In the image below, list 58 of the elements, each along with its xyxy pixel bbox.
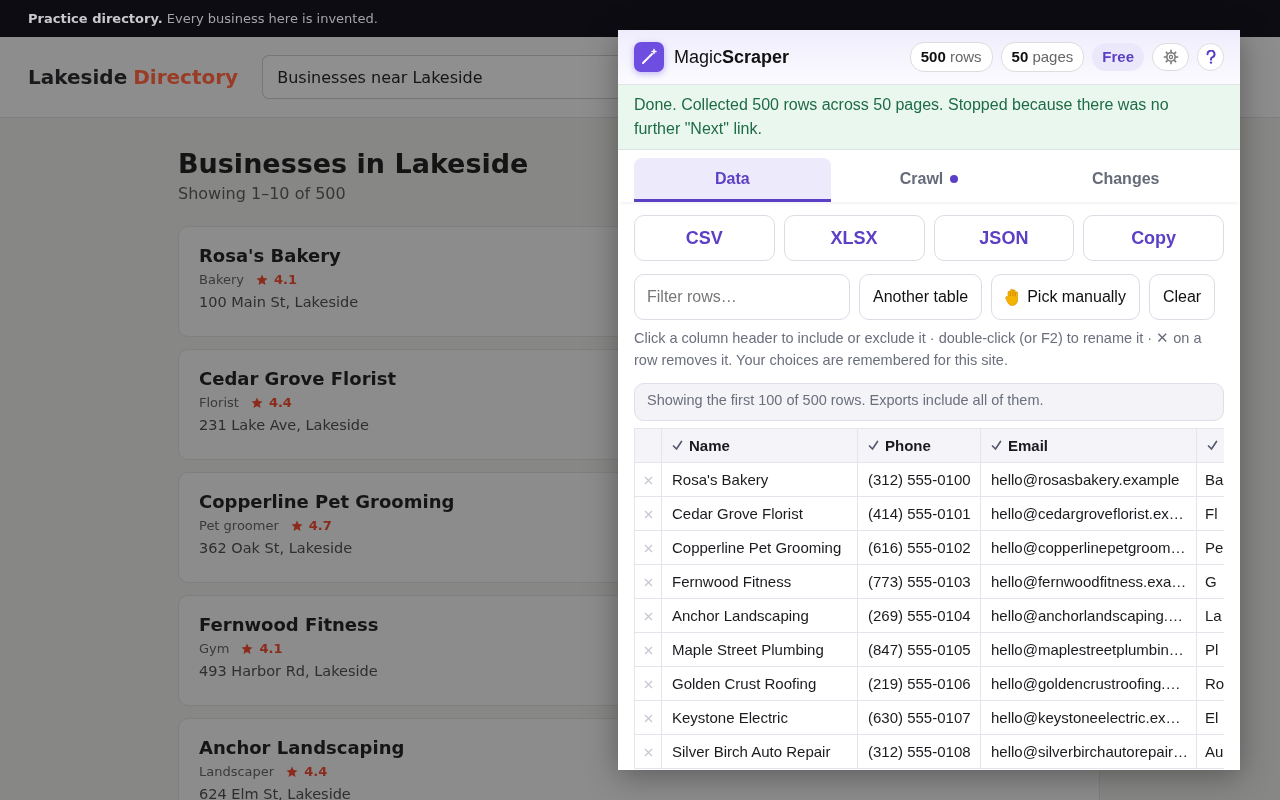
table-cell: hello@cedargroveflorist.ex… — [980, 496, 1197, 531]
stat-pill: 500 rows — [909, 42, 993, 72]
business-name: Fernwood Fitness — [199, 614, 379, 635]
table-cell: (219) 555-0106 — [857, 666, 981, 701]
table-cell: hello@rosasbakery.example — [980, 462, 1197, 497]
business-rating: 4.4 — [304, 764, 328, 779]
business-category: Florist — [199, 395, 239, 410]
table-cell: hello@goldencrustroofing.… — [980, 666, 1197, 701]
result-count: Showing 1–10 of 500 — [178, 184, 346, 203]
table-cell: Rosa's Bakery — [661, 462, 858, 497]
table-cell: hello@keystoneelectric.ex… — [980, 700, 1197, 735]
table-cell: Silver Birch Auto Repair — [661, 734, 858, 769]
table-cell: Maple Street Plumbing — [661, 632, 858, 667]
business-rating: 4.4 — [268, 395, 292, 410]
table-cell: hello@fernwoodfitness.exa… — [980, 564, 1197, 599]
page-heading: Businesses in Lakeside — [178, 147, 529, 181]
business-name: Anchor Landscaping — [199, 737, 405, 758]
business-category: Gym — [199, 641, 230, 656]
table-cell: Keystone Electric — [661, 700, 858, 735]
site-title-accent: Directory — [133, 65, 239, 89]
table-cell: (414) 555-0101 — [857, 496, 981, 531]
business-name: Cedar Grove Florist — [199, 368, 396, 389]
business-rating: 4.1 — [259, 641, 283, 656]
table-cell: (847) 555-0105 — [857, 632, 981, 667]
table-cell: Cedar Grove Florist — [661, 496, 858, 531]
table-cell: hello@maplestreetplumbin… — [980, 632, 1197, 667]
business-address: 624 Elm St, Lakeside — [199, 786, 352, 800]
app-name: MagicScraper — [674, 46, 790, 68]
business-category: Bakery — [199, 272, 244, 287]
table-cell: Copperline Pet Grooming — [661, 530, 858, 565]
table-cell: Golden Crust Roofing — [661, 666, 858, 701]
business-address: 231 Lake Ave, Lakeside — [199, 417, 370, 433]
table-cell: (269) 555-0104 — [857, 598, 981, 633]
table-cell: Fernwood Fitness — [661, 564, 858, 599]
business-category: Landscaper — [199, 764, 275, 779]
status-message: Done. Collected 500 rows across 50 pages. Stopped because there was no further "Next" link. — [618, 85, 1240, 150]
business-name: Rosa's Bakery — [199, 245, 342, 266]
plan-badge: Free — [1092, 43, 1144, 71]
table-cell: (312) 555-0100 — [857, 462, 981, 497]
table-cell: (773) 555-0103 — [857, 564, 981, 599]
business-address: 100 Main St, Lakeside — [199, 294, 359, 310]
table-cell: (312) 555-0108 — [857, 734, 981, 769]
table-cell: hello@copperlinepetgroom… — [980, 530, 1197, 565]
business-address: 362 Oak St, Lakeside — [199, 540, 354, 556]
stat-pill: 50 pages — [1000, 42, 1085, 72]
table-cell: (616) 555-0102 — [857, 530, 981, 565]
table-cell: (630) 555-0107 — [857, 700, 981, 735]
business-rating: 4.7 — [308, 518, 332, 533]
notice-text: Practice directory. Every business here is invented. — [28, 11, 378, 26]
table-cell: hello@anchorlandscaping.… — [980, 598, 1197, 633]
site-title: Lakeside — [28, 65, 128, 89]
business-rating: 4.1 — [274, 272, 298, 287]
business-category: Pet groomer — [199, 518, 279, 533]
business-address: 493 Harbor Rd, Lakeside — [199, 663, 379, 679]
info-message: Showing the first 100 of 500 rows. Exports include all of them. — [634, 383, 1224, 421]
table-cell: hello@silverbirchautorepair… — [980, 734, 1197, 769]
business-name: Copperline Pet Grooming — [199, 491, 455, 512]
table-cell: Anchor Landscaping — [661, 598, 858, 633]
